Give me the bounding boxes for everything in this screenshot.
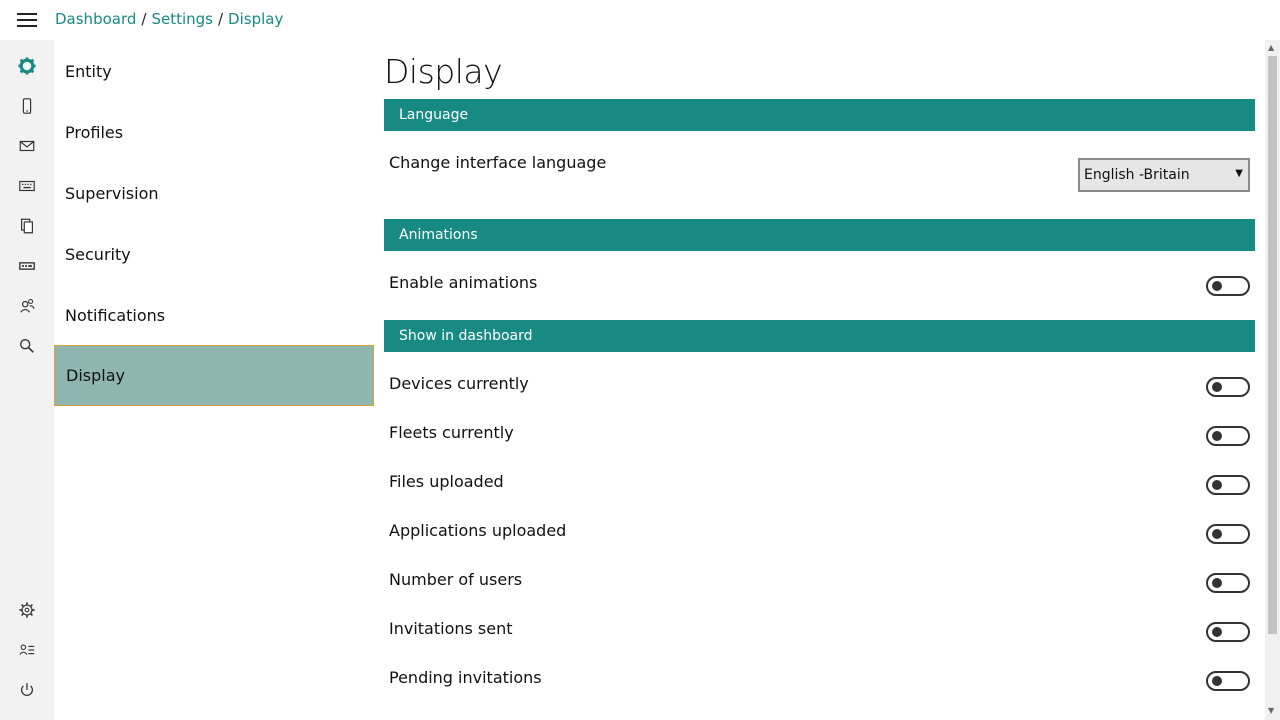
language-select[interactable]: English -Britain ▼ [1078, 158, 1250, 192]
dropdown-caret-icon: ▼ [1235, 168, 1243, 179]
toggle-knob [1212, 281, 1222, 291]
files-uploaded-toggle[interactable] [1206, 475, 1250, 495]
submenu-item-profiles[interactable]: Profiles [54, 102, 374, 163]
phone-icon[interactable] [15, 94, 39, 118]
breadcrumb-display[interactable]: Display [228, 10, 283, 28]
breadcrumb-dashboard[interactable]: Dashboard [55, 10, 136, 28]
page-title: Display [384, 52, 503, 91]
breadcrumb: Dashboard / Settings / Display [55, 10, 283, 28]
files-icon[interactable] [15, 214, 39, 238]
devices-currently-toggle[interactable] [1206, 377, 1250, 397]
dashboard-item-label: Fleets currently [389, 423, 514, 442]
submenu-item-notifications[interactable]: Notifications [54, 285, 374, 346]
submenu-item-supervision[interactable]: Supervision [54, 163, 374, 224]
scroll-down-arrow-icon[interactable]: ▼ [1268, 706, 1274, 715]
dashboard-item-label: Invitations sent [389, 619, 513, 638]
search-icon[interactable] [15, 334, 39, 358]
language-label: Change interface language [389, 153, 607, 172]
section-header-language: Language [384, 99, 1255, 131]
dashboard-item-label: Files uploaded [389, 472, 504, 491]
dashboard-item-label: Number of users [389, 570, 523, 589]
toggle-knob [1212, 431, 1222, 441]
animations-label: Enable animations [389, 273, 538, 292]
animations-toggle[interactable] [1206, 276, 1250, 296]
submenu-item-entity[interactable]: Entity [54, 41, 374, 102]
applications-uploaded-toggle[interactable] [1206, 524, 1250, 544]
mail-icon[interactable] [15, 134, 39, 158]
settings-icon[interactable] [15, 598, 39, 622]
top-bar: Dashboard / Settings / Display [0, 0, 1280, 40]
breadcrumb-separator: / [141, 10, 147, 28]
dashboard-item-label: Devices currently [389, 374, 529, 393]
submenu-item-security[interactable]: Security [54, 224, 374, 285]
breadcrumb-separator: / [217, 10, 224, 28]
users-icon[interactable] [15, 294, 39, 318]
language-select-value: English -Britain [1084, 167, 1190, 183]
main-content: Display Language Change interface langua… [384, 40, 1255, 720]
toggle-knob [1212, 480, 1222, 490]
invitations-sent-toggle[interactable] [1206, 622, 1250, 642]
dashboard-item-label: Pending invitations [389, 668, 542, 687]
logo-gear-icon[interactable] [15, 54, 39, 78]
scroll-up-arrow-icon[interactable]: ▲ [1268, 43, 1274, 52]
settings-submenu: Entity Profiles Supervision Security Not… [54, 40, 374, 720]
section-header-animations: Animations [384, 219, 1255, 251]
toggle-knob [1212, 382, 1222, 392]
submenu-item-display[interactable]: Display [54, 345, 374, 406]
vertical-scrollbar[interactable]: ▲ ▼ [1265, 40, 1280, 720]
pending-invitations-toggle[interactable] [1206, 671, 1250, 691]
power-icon[interactable] [15, 678, 39, 702]
breadcrumb-settings[interactable]: Settings [151, 10, 213, 28]
user-list-icon[interactable] [15, 638, 39, 662]
toggle-knob [1212, 676, 1222, 686]
toggle-knob [1212, 529, 1222, 539]
fleets-currently-toggle[interactable] [1206, 426, 1250, 446]
icon-rail [0, 40, 54, 720]
keyboard-icon[interactable] [15, 174, 39, 198]
section-header-dashboard: Show in dashboard [384, 320, 1255, 352]
number-of-users-toggle[interactable] [1206, 573, 1250, 593]
toggle-knob [1212, 627, 1222, 637]
hamburger-menu-icon[interactable] [17, 13, 37, 27]
dashboard-item-label: Applications uploaded [389, 521, 567, 540]
card-icon[interactable] [15, 254, 39, 278]
toggle-knob [1212, 578, 1222, 588]
scrollbar-thumb[interactable] [1268, 56, 1277, 634]
